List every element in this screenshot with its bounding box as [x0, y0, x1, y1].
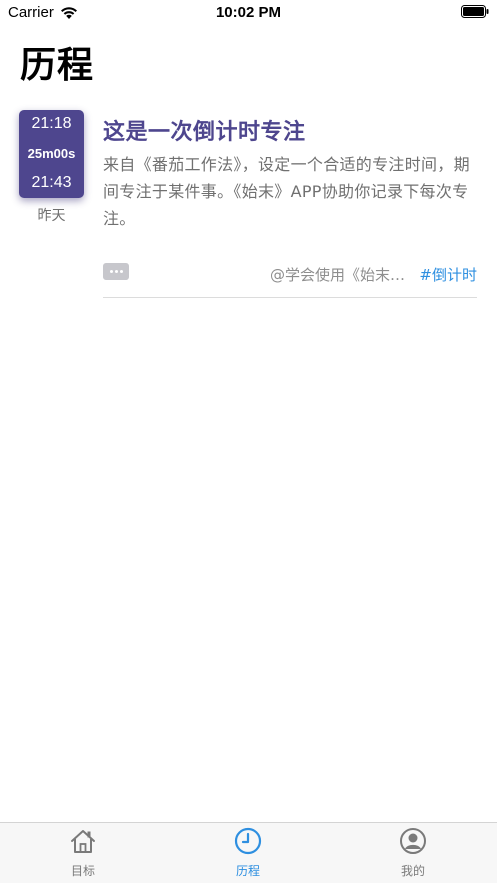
person-icon: [400, 828, 426, 854]
tab-profile-label: 我的: [400, 864, 425, 878]
tab-bar: 目标 历程 我的: [0, 822, 497, 883]
page-title: 历程: [20, 45, 95, 86]
entry-tag[interactable]: #倒计时: [419, 264, 477, 285]
day-label: 昨天: [37, 208, 66, 224]
clock-icon: [234, 827, 262, 855]
battery-icon: [461, 5, 489, 18]
tab-goals-label: 目标: [70, 864, 95, 878]
entry-description: 来自《番茄工作法》，设定一个合适的专注时间，期间专注于某件事。《始末》APP协助…: [103, 155, 470, 228]
entry-divider: [103, 297, 477, 298]
status-time: 10:02 PM: [215, 4, 282, 21]
house-icon: [71, 830, 95, 853]
status-bar: Carrier 10:02 PM: [0, 0, 497, 26]
end-time: 21:43: [31, 174, 72, 191]
more-button[interactable]: [103, 263, 129, 280]
start-time: 21:18: [31, 115, 72, 132]
ellipsis-icon: [109, 270, 113, 273]
time-card[interactable]: 21:18 25m00s 21:43: [19, 110, 84, 198]
duration: 25m00s: [27, 146, 76, 161]
tab-profile[interactable]: 我的: [353, 823, 473, 883]
entry-source-link[interactable]: @学会使用《始末…: [270, 264, 405, 285]
tab-goals[interactable]: 目标: [23, 823, 143, 883]
tab-history-label: 历程: [235, 864, 260, 878]
tab-history[interactable]: 历程: [188, 823, 308, 883]
entry-title[interactable]: 这是一次倒计时专注: [103, 114, 306, 146]
